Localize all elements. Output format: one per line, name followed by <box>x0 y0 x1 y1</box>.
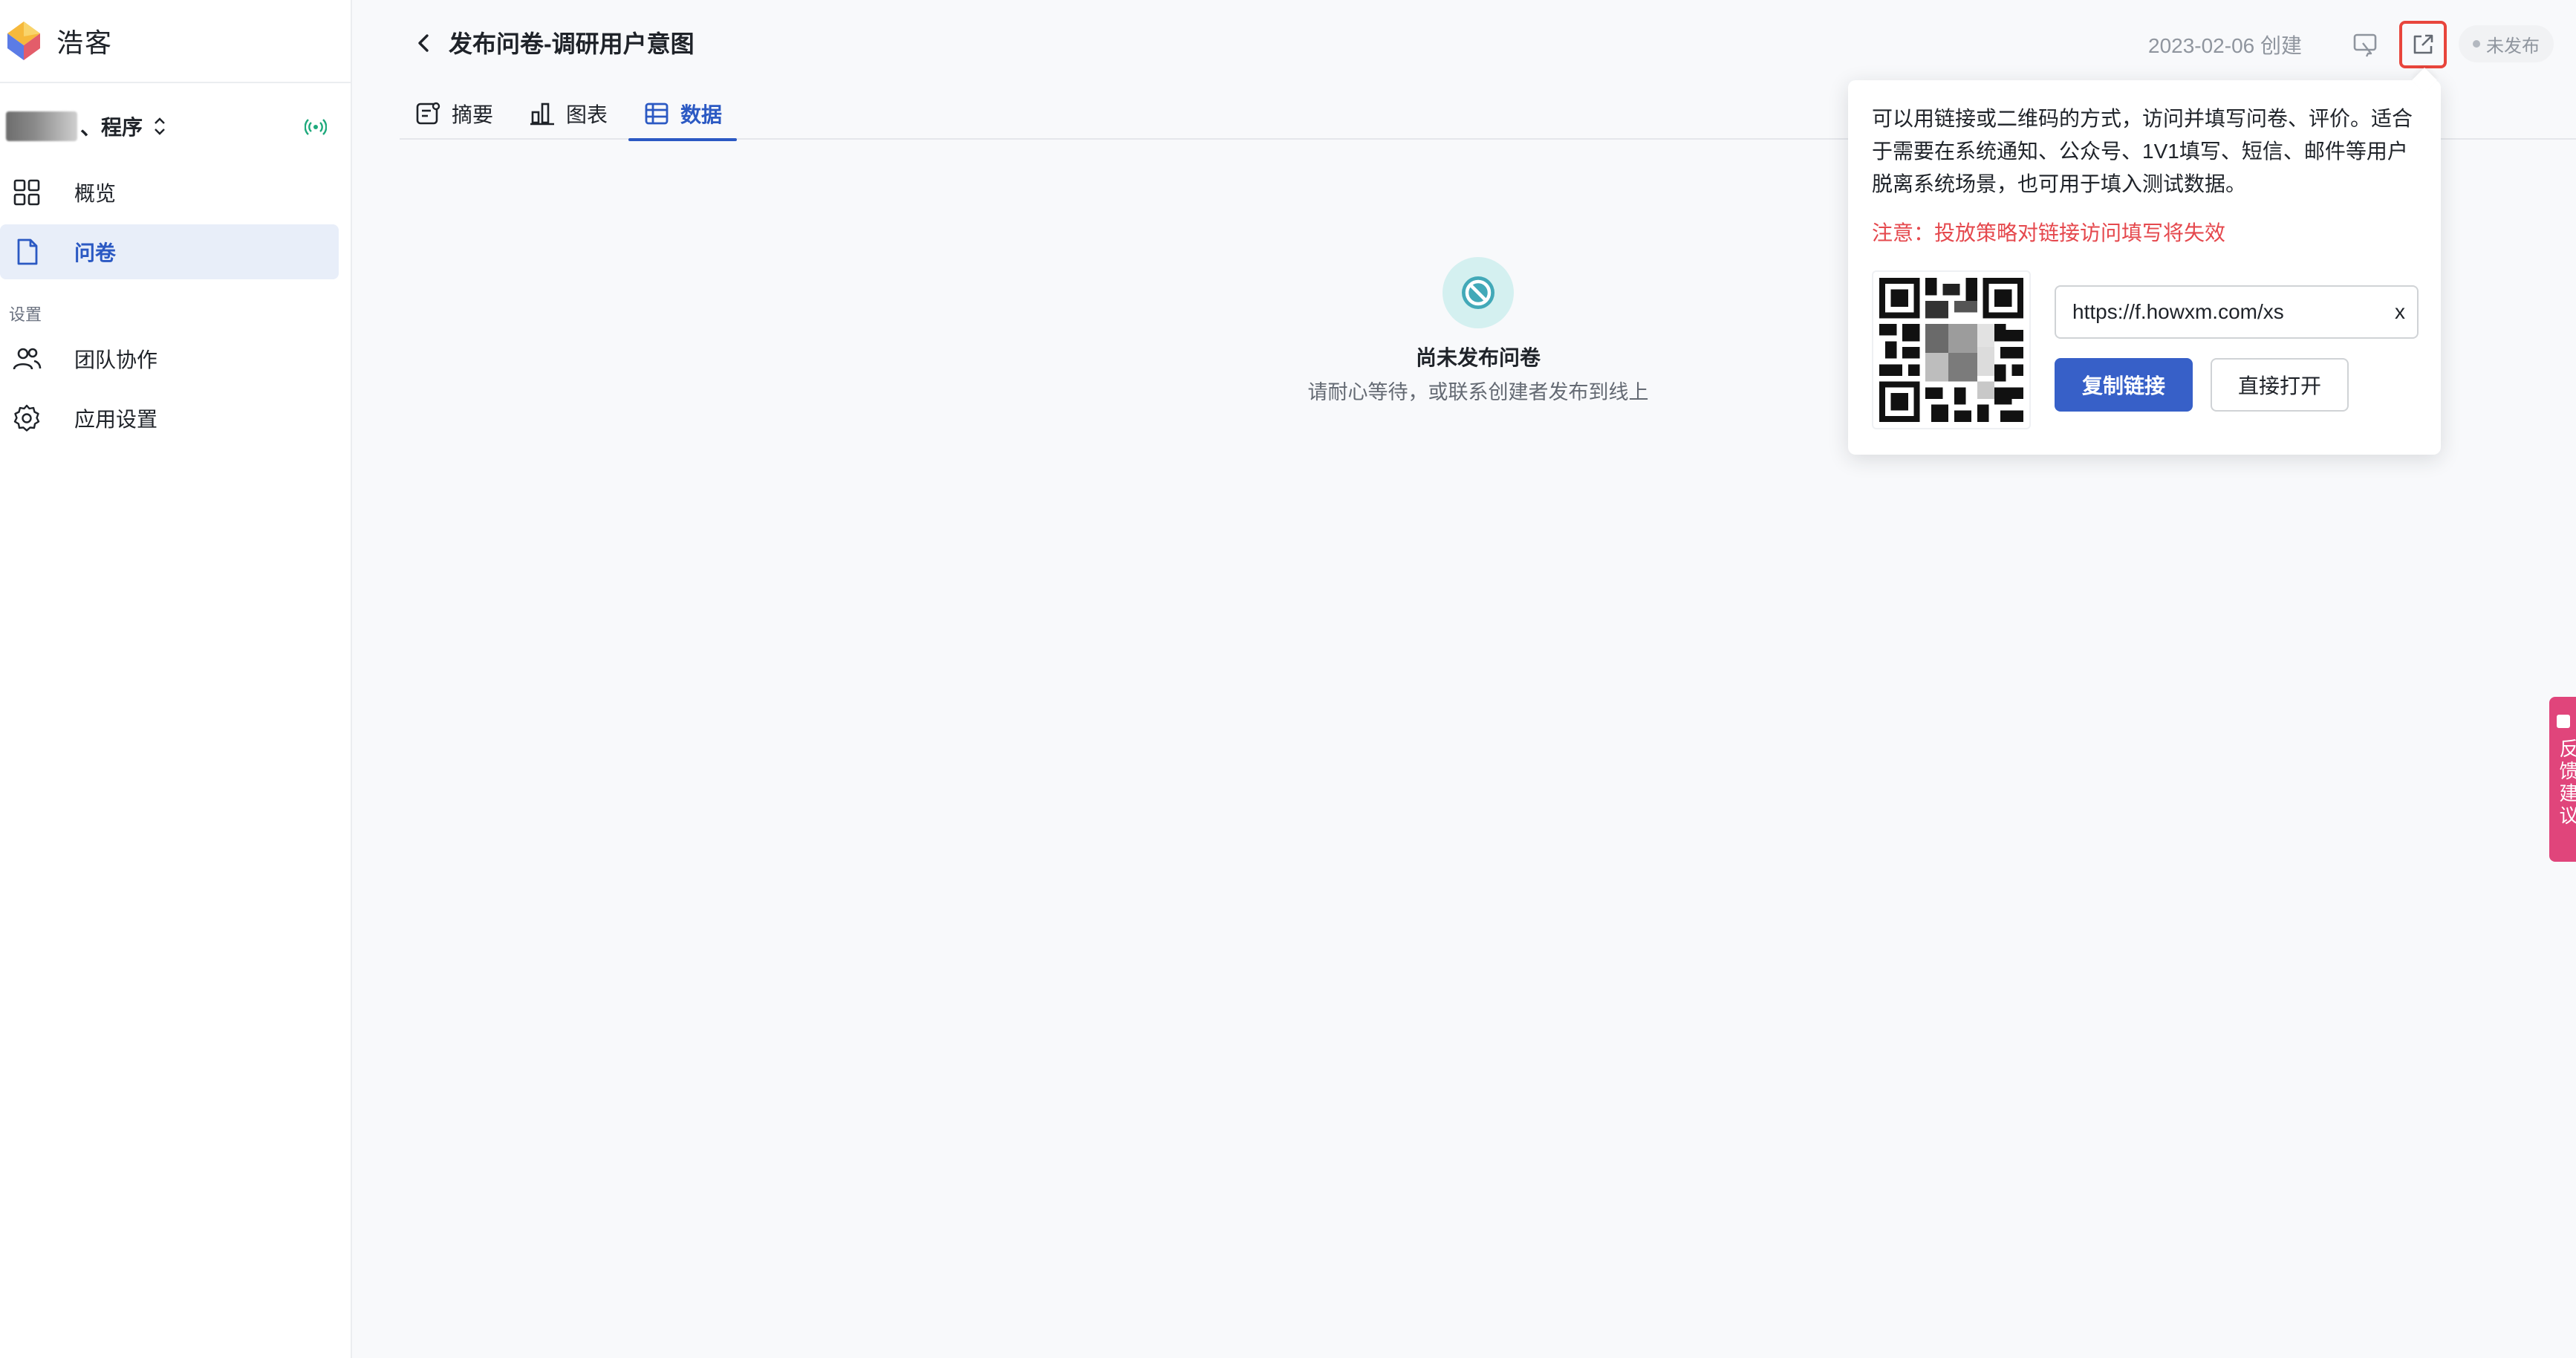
clear-input-icon[interactable]: x <box>2389 299 2411 325</box>
copy-link-button[interactable]: 复制链接 <box>2055 358 2193 412</box>
document-icon <box>17 238 38 265</box>
tab-chart[interactable]: 图表 <box>514 88 622 140</box>
summary-icon <box>416 102 440 125</box>
back-arrow-icon[interactable] <box>412 30 435 56</box>
empty-state: 尚未发布问卷 请耐心等待，或联系创建者发布到线上 <box>1263 257 1694 405</box>
tab-label: 数据 <box>680 103 723 126</box>
app-avatar <box>6 111 77 141</box>
prohibited-icon <box>1462 276 1494 309</box>
tab-label: 摘要 <box>452 103 494 126</box>
share-warning: 注意：投放策略对链接访问填写将失效 <box>1872 221 2226 244</box>
signal-icon <box>305 119 327 135</box>
sidebar-item-app-settings[interactable]: 应用设置 <box>0 391 339 446</box>
app-switcher[interactable]: 、程序 <box>0 104 351 149</box>
share-popover: 可以用链接或二维码的方式，访问并填写问卷、评价。适合于需要在系统通知、公众号、1… <box>1848 68 2441 455</box>
feedback-icon <box>2557 715 2570 728</box>
sidebar-item-label: 问卷 <box>74 241 117 264</box>
sidebar-item-label: 应用设置 <box>74 408 158 431</box>
table-icon <box>645 103 669 125</box>
brand-logo-icon <box>7 22 40 60</box>
empty-state-icon-wrap <box>1443 257 1514 328</box>
preview-icon <box>2353 33 2377 57</box>
external-link-icon <box>2413 34 2433 54</box>
empty-state-title: 尚未发布问卷 <box>1415 346 1541 369</box>
sidebar: 浩客 、程序 概览 问卷 设置 团队协作 应用设置 <box>0 0 352 1358</box>
sidebar-item-team[interactable]: 团队协作 <box>0 331 339 386</box>
preview-button[interactable] <box>2341 21 2389 68</box>
brand-logo-row[interactable]: 浩客 <box>0 0 351 83</box>
status-text: 未发布 <box>2486 36 2540 56</box>
tab-label: 图表 <box>566 103 608 126</box>
page-header: 发布问卷-调研用户意图 2023-02-06 创建 未发布 <box>352 0 2576 89</box>
settings-section-label: 设置 <box>9 305 42 324</box>
gear-icon <box>13 404 40 432</box>
sidebar-nav: 概览 问卷 设置 团队协作 应用设置 <box>0 165 351 450</box>
share-link-button[interactable] <box>2399 21 2447 68</box>
status-badge: 未发布 <box>2459 25 2554 62</box>
qr-code-icon <box>1879 278 2023 422</box>
chevron-updown-icon <box>155 117 165 135</box>
feedback-side-tab[interactable]: 反馈建议 <box>2549 697 2576 862</box>
tab-data[interactable]: 数据 <box>628 88 738 141</box>
open-link-button[interactable]: 直接打开 <box>2211 358 2349 412</box>
sidebar-item-overview[interactable]: 概览 <box>0 165 339 220</box>
bar-chart-icon <box>530 103 555 126</box>
feedback-label: 反馈建议 <box>2557 738 2576 828</box>
app-name: 、程序 <box>80 116 143 139</box>
sidebar-item-questionnaire[interactable]: 问卷 <box>0 224 339 279</box>
team-icon <box>13 348 42 370</box>
share-description: 可以用链接或二维码的方式，访问并填写问卷、评价。适合于需要在系统通知、公众号、1… <box>1872 107 2413 195</box>
status-dot-icon <box>2473 40 2480 48</box>
grid-icon <box>13 179 40 206</box>
share-link-input[interactable] <box>2055 285 2419 339</box>
qr-code[interactable] <box>1872 270 2031 429</box>
sidebar-item-label: 概览 <box>74 182 117 205</box>
tab-summary[interactable]: 摘要 <box>400 88 508 140</box>
brand-name: 浩客 <box>56 27 114 58</box>
empty-state-description: 请耐心等待，或联系创建者发布到线上 <box>1307 381 1649 403</box>
page-title: 发布问卷-调研用户意图 <box>449 30 695 57</box>
created-date: 2023-02-06 创建 <box>2148 34 2303 57</box>
sidebar-item-label: 团队协作 <box>74 348 158 371</box>
